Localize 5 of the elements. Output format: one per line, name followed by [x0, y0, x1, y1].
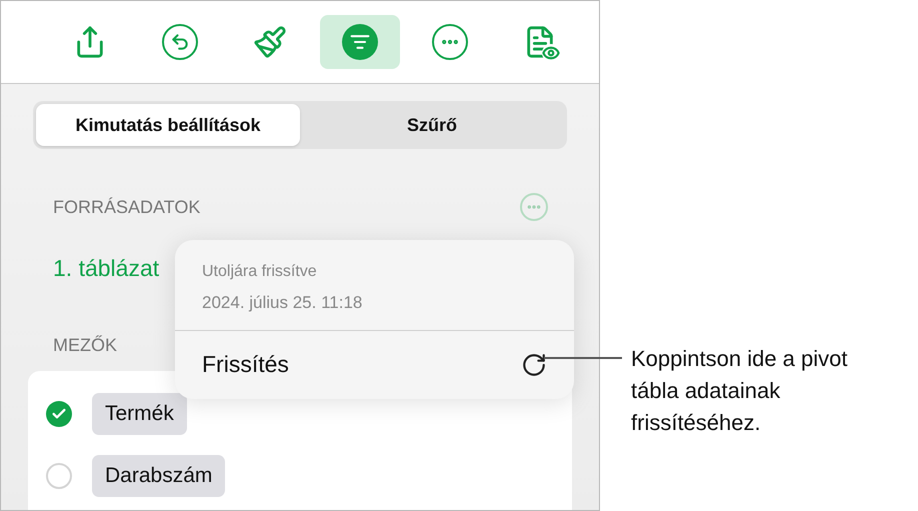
last-updated-date: 2024. július 25. 11:18 [201, 292, 364, 314]
section-heading: MEZŐK [53, 334, 118, 356]
section-heading: FORRÁSADATOK [53, 196, 200, 218]
last-updated-label: Utoljára frissítve [201, 262, 318, 282]
callout-text: Koppintson ide a pivot tábla adatainak frissítéséhez. [631, 345, 848, 437]
